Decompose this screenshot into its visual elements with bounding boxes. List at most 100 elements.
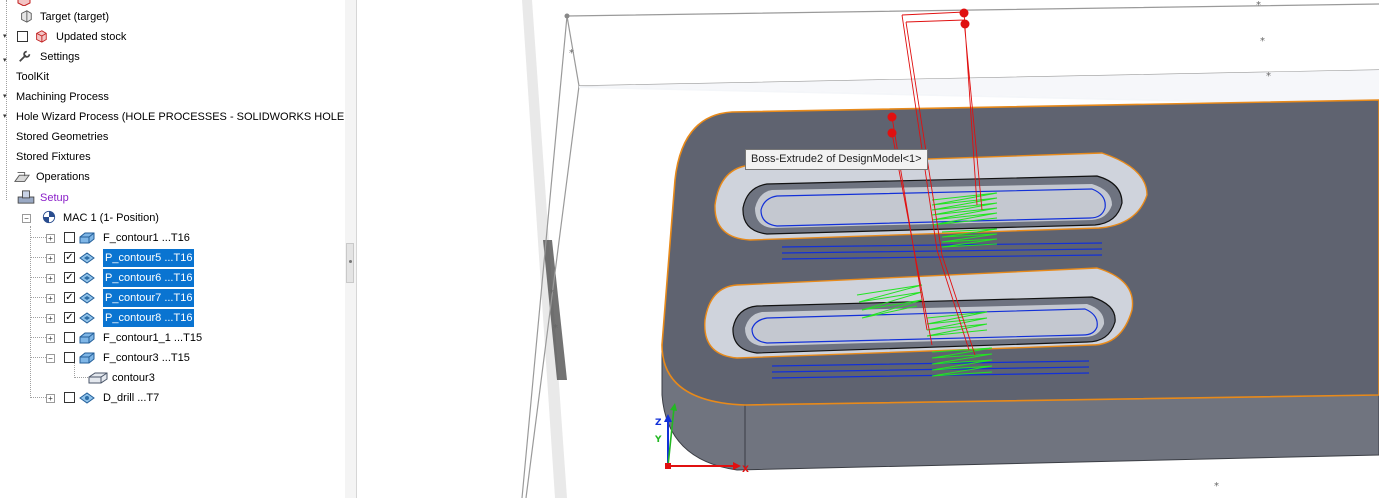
machine-setup-icon [17, 190, 35, 204]
stock-icon [17, 0, 31, 6]
pocket-contour-icon [79, 292, 95, 304]
tree-item-operation[interactable]: + F_contour1 ...T16 [0, 229, 340, 247]
axis-z-label: Z [655, 418, 662, 428]
tree-item-stored-geometries[interactable]: Stored Geometries [0, 128, 340, 146]
contour-feature-icon [88, 372, 108, 384]
pocket-contour-icon [79, 252, 95, 264]
chevron-down-icon: ▾ [3, 33, 7, 40]
operation-checkbox[interactable]: ✓ [64, 272, 75, 283]
tree-item-setup[interactable]: Setup [0, 189, 340, 207]
face-contour-icon [79, 332, 95, 344]
expand-icon[interactable]: + [46, 234, 55, 243]
target-part-icon [21, 10, 32, 23]
collapse-icon[interactable]: − [22, 214, 31, 223]
tree-item-hole-wizard-process[interactable]: ▾ Hole Wizard Process (HOLE PROCESSES - … [0, 108, 345, 126]
tree-item-label: Target (target) [40, 11, 110, 23]
rapid-point [959, 8, 969, 18]
operation-checkbox[interactable] [64, 332, 75, 343]
marker-icon: * [553, 323, 558, 334]
tree-item-label: P_contour8 ...T16 [103, 309, 195, 327]
updated-stock-checkbox[interactable] [17, 31, 28, 42]
tree-item-label: P_contour6 ...T16 [103, 269, 195, 287]
face-contour-icon [79, 352, 95, 364]
tree-item-feature[interactable]: contour3 [0, 369, 340, 387]
tree-item-label: MAC 1 (1- Position) [63, 212, 159, 224]
face-contour-icon [79, 232, 95, 244]
splitter-grip[interactable] [346, 243, 354, 283]
tree-item-label: F_contour1_1 ...T15 [103, 332, 203, 344]
collapse-icon[interactable]: − [46, 354, 55, 363]
part-top-face [661, 99, 1379, 406]
tree-item-label: Operations [36, 171, 90, 183]
marker-icon: * [1214, 481, 1219, 492]
tree-item-label: Updated stock [56, 31, 127, 43]
tree-item-label: P_contour5 ...T16 [103, 249, 195, 267]
tree-item-label: contour3 [112, 372, 155, 384]
operation-checkbox[interactable] [64, 352, 75, 363]
stock-vertex [564, 13, 570, 19]
tree-item-operation[interactable]: + F_contour1_1 ...T15 [0, 329, 340, 347]
marker-icon: * [569, 48, 574, 59]
tree-item-toolkit[interactable]: ToolKit [0, 68, 340, 86]
expand-icon[interactable]: + [46, 314, 55, 323]
wrench-icon [19, 50, 31, 62]
tree-item-label: Machining Process [16, 91, 109, 103]
tree-item-label: F_contour3 ...T15 [103, 352, 190, 364]
operation-checkbox[interactable] [64, 232, 75, 243]
operation-checkbox[interactable]: ✓ [64, 292, 75, 303]
stock-top-face [579, 70, 1379, 104]
marker-icon: * [549, 288, 554, 299]
tree-item-label: P_contour7 ...T16 [103, 289, 195, 307]
operation-checkbox[interactable]: ✓ [64, 312, 75, 323]
chevron-down-icon: ▾ [3, 93, 7, 100]
tree-item-label: D_drill ...T7 [103, 392, 160, 404]
marker-icon: * [1260, 36, 1265, 47]
hover-tooltip: Boss-Extrude2 of DesignModel<1> [745, 149, 928, 170]
operation-checkbox[interactable]: ✓ [64, 252, 75, 263]
grip-dot-icon [349, 260, 352, 263]
tree-item-label: Stored Geometries [16, 131, 109, 143]
operation-checkbox[interactable] [64, 392, 75, 403]
rapid-point [887, 128, 897, 138]
cam-feature-tree[interactable]: Target (target) ▾ Updated stock ▾ Settin… [0, 0, 346, 498]
rapid-point [887, 112, 897, 122]
expand-icon[interactable]: + [46, 334, 55, 343]
tree-item-label: ToolKit [16, 71, 50, 83]
updated-stock-icon [36, 30, 47, 43]
axis-x-label: X [742, 465, 749, 475]
tree-item-label: Hole Wizard Process (HOLE PROCESSES - SO… [16, 111, 346, 123]
marker-icon: * [1256, 0, 1261, 11]
expand-icon[interactable]: + [46, 294, 55, 303]
tree-item-operation[interactable]: + ✓ P_contour5 ...T16 [0, 249, 340, 267]
tree-item-operation[interactable]: − F_contour3 ...T15 [0, 349, 340, 367]
rapid-point [960, 19, 970, 29]
expand-icon[interactable]: + [46, 274, 55, 283]
graphics-viewport[interactable]: * * * * * * * * * * [357, 0, 1379, 498]
tree-item-updated-stock[interactable]: ▾ Updated stock [0, 28, 340, 46]
tree-item-operation[interactable]: + ✓ P_contour8 ...T16 [0, 309, 340, 327]
tree-item-mac1[interactable]: − MAC 1 (1- Position) [0, 209, 340, 227]
model-view: * * * * * * * * * * [521, 0, 1379, 498]
expand-icon[interactable]: + [46, 394, 55, 403]
coordinate-system-icon [42, 210, 56, 224]
operations-icon [14, 172, 30, 182]
pocket-contour-icon [79, 272, 95, 284]
tree-item-operation[interactable]: + ✓ P_contour7 ...T16 [0, 289, 340, 307]
tree-item-target[interactable]: Target (target) [0, 8, 340, 26]
expand-icon[interactable]: + [46, 254, 55, 263]
tree-item-operations[interactable]: Operations [0, 168, 340, 186]
tree-item-label: Setup [40, 192, 69, 204]
tree-item-settings[interactable]: ▾ Settings [0, 48, 340, 66]
tree-item-operation[interactable]: + ✓ P_contour6 ...T16 [0, 269, 340, 287]
tree-item-stored-fixtures[interactable]: Stored Fixtures [0, 148, 340, 166]
drill-icon [79, 392, 95, 404]
tree-item-label: F_contour1 ...T16 [103, 232, 190, 244]
pocket-contour-icon [79, 312, 95, 324]
marker-icon: * [1266, 71, 1271, 82]
tree-item-operation[interactable]: + D_drill ...T7 [0, 389, 340, 407]
tree-item-label: Stored Fixtures [16, 151, 91, 163]
tree-item-machining-process[interactable]: ▾ Machining Process [0, 88, 340, 106]
axis-y-label: Y [654, 435, 662, 445]
panel-splitter[interactable] [345, 0, 357, 498]
tree-item-label: Settings [40, 51, 80, 63]
